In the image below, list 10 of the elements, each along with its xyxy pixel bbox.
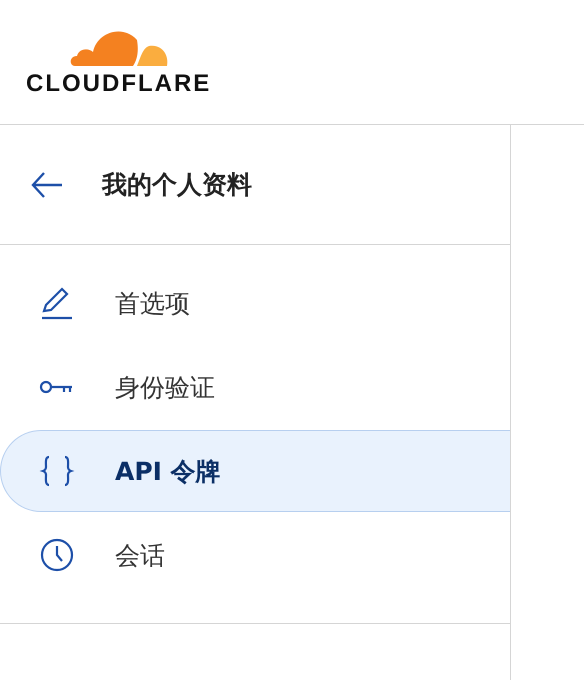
page-title: 我的个人资料 (102, 169, 252, 201)
pencil-icon (39, 285, 75, 321)
nav-item[interactable]: API 令牌 (0, 430, 510, 512)
nav-item[interactable]: 首选项 (0, 262, 510, 344)
nav-item[interactable]: 身份验证 (0, 346, 510, 428)
back-arrow-icon[interactable] (30, 170, 64, 198)
clock-icon (39, 537, 75, 573)
nav-item[interactable]: 会话 (0, 514, 510, 596)
logo-text: CLOUDFLARE (26, 70, 212, 98)
braces-icon (39, 453, 75, 489)
